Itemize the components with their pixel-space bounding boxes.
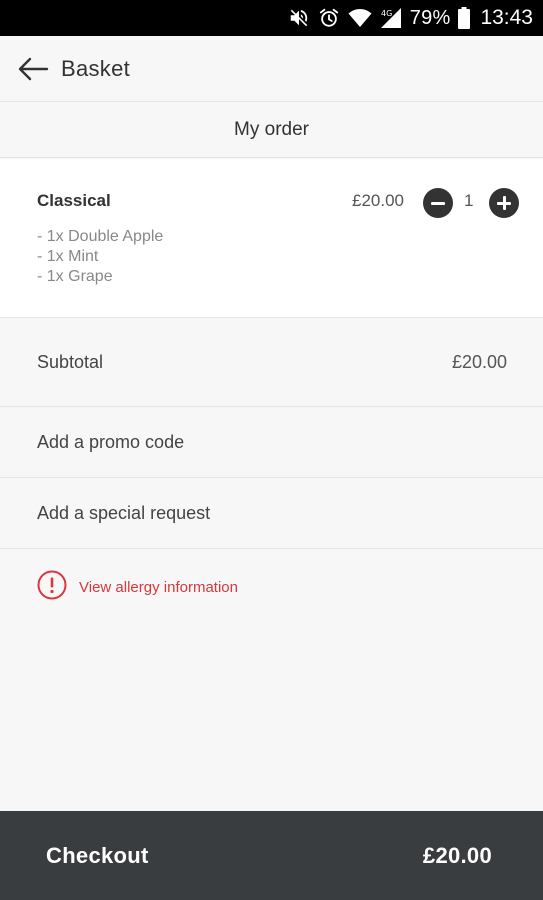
allergy-info-label: View allergy information — [79, 578, 238, 596]
item-name: Classical — [37, 191, 111, 210]
alert-circle-icon — [37, 570, 67, 605]
checkout-total: £20.00 — [422, 842, 492, 868]
status-bar: 4G 79% 13:43 — [0, 0, 543, 36]
item-modifiers: - 1x Double Apple - 1x Mint - 1x Grape — [37, 227, 163, 287]
special-request-row[interactable]: Add a special request — [0, 479, 543, 549]
item-price: £20.00 — [352, 191, 404, 210]
checkout-label: Checkout — [46, 842, 149, 868]
increase-quantity-button[interactable] — [489, 188, 519, 218]
subtotal-row: Subtotal £20.00 — [0, 319, 543, 407]
decrease-quantity-button[interactable] — [423, 188, 453, 218]
app-bar: Basket — [0, 36, 543, 102]
item-modifier: - 1x Double Apple — [37, 228, 164, 245]
mute-icon — [288, 7, 310, 29]
promo-code-label: Add a promo code — [37, 432, 185, 452]
battery-icon — [458, 7, 471, 29]
allergy-info-link[interactable]: View allergy information — [37, 570, 238, 605]
cell-signal-icon: 4G — [380, 7, 402, 29]
checkout-button[interactable]: Checkout £20.00 — [0, 811, 543, 900]
item-modifier: - 1x Grape — [37, 268, 113, 285]
battery-percent: 79% — [409, 6, 451, 29]
page-title: Basket — [61, 55, 131, 81]
subtotal-label: Subtotal — [37, 352, 104, 372]
status-time: 13:43 — [480, 6, 533, 29]
subtotal-value: £20.00 — [451, 352, 507, 372]
quantity-value: 1 — [464, 191, 474, 210]
item-modifier: - 1x Mint — [37, 248, 99, 265]
alarm-icon — [318, 7, 340, 29]
special-request-label: Add a special request — [37, 503, 211, 523]
promo-code-row[interactable]: Add a promo code — [0, 408, 543, 478]
back-arrow-icon[interactable] — [16, 52, 50, 86]
order-item: Classical - 1x Double Apple - 1x Mint - … — [0, 159, 543, 318]
svg-text:4G: 4G — [381, 9, 392, 18]
wifi-icon — [348, 7, 372, 29]
section-title: My order — [0, 103, 543, 158]
